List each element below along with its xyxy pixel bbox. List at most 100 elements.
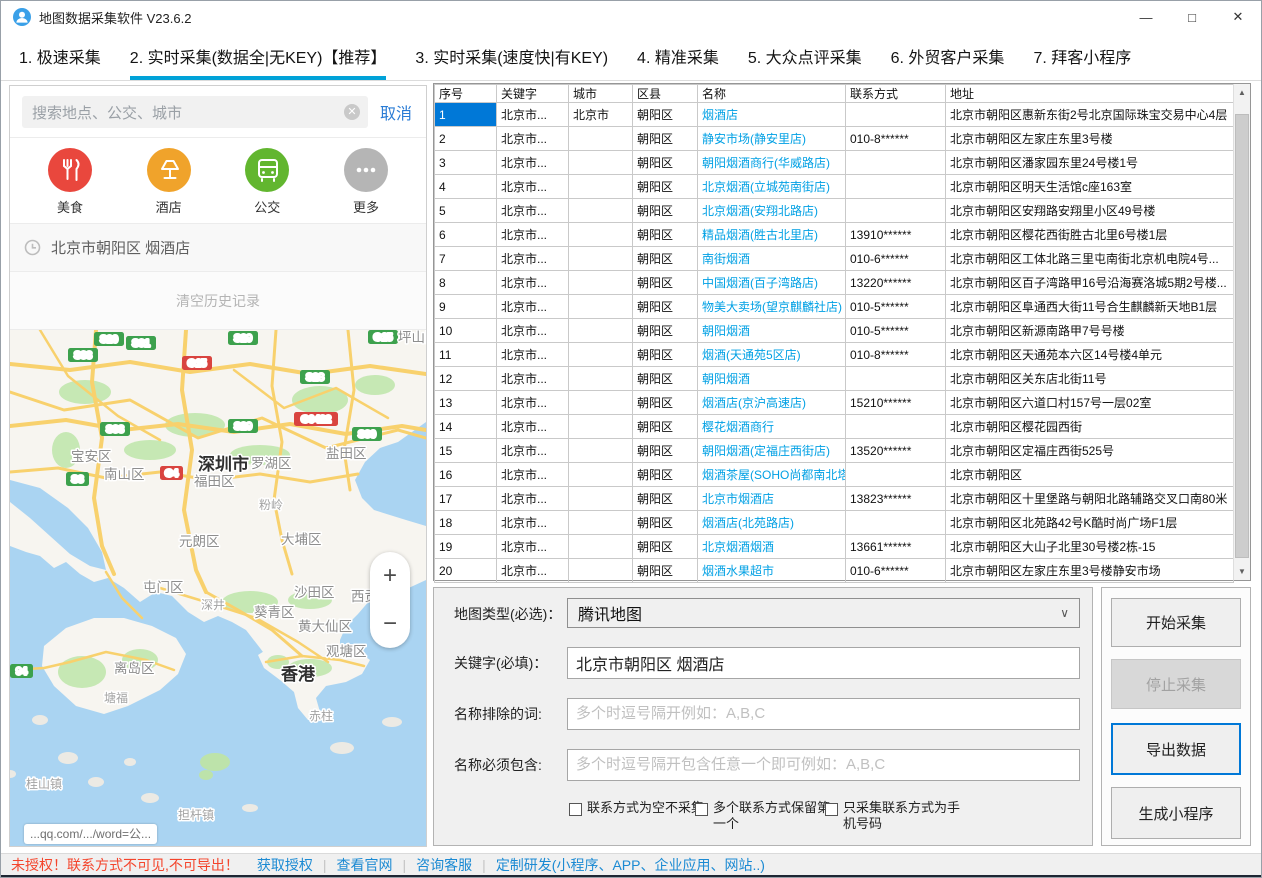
- generate-miniprogram-button[interactable]: 生成小程序: [1111, 787, 1241, 839]
- poi-name-link[interactable]: 朝阳烟酒: [698, 367, 846, 391]
- table-row[interactable]: 16北京市...朝阳区烟酒茶屋(SOHO尚都南北塔)北京市朝阳区: [435, 463, 1234, 487]
- table-cell: 北京市...: [497, 319, 569, 343]
- table-row[interactable]: 8北京市...朝阳区中国烟酒(百子湾路店)13220******北京市朝阳区百子…: [435, 271, 1234, 295]
- export-data-button[interactable]: 导出数据: [1111, 723, 1241, 775]
- table-cell: [846, 199, 946, 223]
- status-link-4[interactable]: 定制研发(小程序、APP、企业应用、网站..): [496, 857, 765, 873]
- category-food[interactable]: 美食: [40, 148, 100, 223]
- mobile-only-checkbox[interactable]: 只采集联系方式为手机号码: [825, 800, 965, 832]
- keyword-input[interactable]: [567, 647, 1080, 679]
- clear-history-button[interactable]: 清空历史记录: [10, 272, 426, 330]
- scrollbar-thumb[interactable]: [1235, 114, 1249, 558]
- poi-name-link[interactable]: 中国烟酒(百子湾路店): [698, 271, 846, 295]
- poi-name-link[interactable]: 烟酒店(京沪高速店): [698, 391, 846, 415]
- keep-first-contact-checkbox[interactable]: 多个联系方式保留第一个: [695, 800, 835, 832]
- table-cell: [846, 511, 946, 535]
- table-cell: [569, 391, 633, 415]
- map-zoom-out-button[interactable]: −: [370, 600, 410, 648]
- poi-name-link[interactable]: 北京烟酒(安翔北路店): [698, 199, 846, 223]
- tab-3[interactable]: 3. 实时采集(速度快|有KEY): [415, 33, 608, 80]
- poi-name-link[interactable]: 精品烟酒(胜古北里店): [698, 223, 846, 247]
- category-hotel[interactable]: 酒店: [139, 148, 199, 223]
- history-item[interactable]: 北京市朝阳区 烟酒店: [10, 224, 426, 272]
- status-link-1[interactable]: 获取授权: [257, 857, 313, 873]
- map-road-badge: S30: [352, 427, 382, 441]
- table-cell: [846, 175, 946, 199]
- table-row[interactable]: 17北京市...朝阳区北京市烟酒店13823******北京市朝阳区十里堡路与朝…: [435, 487, 1234, 511]
- scroll-up-icon[interactable]: ▲: [1234, 84, 1250, 101]
- tab-5[interactable]: 5. 大众点评采集: [748, 33, 862, 80]
- start-collect-button[interactable]: 开始采集: [1111, 598, 1241, 647]
- poi-name-link[interactable]: 静安市场(静安里店): [698, 127, 846, 151]
- close-button[interactable]: ✕: [1215, 1, 1261, 33]
- tab-7[interactable]: 7. 拜客小程序: [1033, 33, 1131, 80]
- stop-collect-button[interactable]: 停止采集: [1111, 659, 1241, 709]
- table-row[interactable]: 12北京市...朝阳区朝阳烟酒北京市朝阳区关东店北街11号: [435, 367, 1234, 391]
- table-row[interactable]: 7北京市...朝阳区南街烟酒010-6******北京市朝阳区工体北路三里屯南街…: [435, 247, 1234, 271]
- poi-name-link[interactable]: 朝阳烟酒: [698, 319, 846, 343]
- poi-name-link[interactable]: 朝阳烟酒商行(华威路店): [698, 151, 846, 175]
- table-row[interactable]: 18北京市...朝阳区烟酒店(北苑路店)北京市朝阳区北苑路42号K酷时尚广场F1…: [435, 511, 1234, 535]
- table-row[interactable]: 15北京市...朝阳区朝阳烟酒(定福庄西街店)13520******北京市朝阳区…: [435, 439, 1234, 463]
- tab-6[interactable]: 6. 外贸客户采集: [891, 33, 1005, 80]
- poi-name-link[interactable]: 烟酒水果超市: [698, 559, 846, 583]
- tab-4[interactable]: 4. 精准采集: [637, 33, 719, 80]
- minimize-button[interactable]: —: [1123, 1, 1169, 33]
- checkbox-box[interactable]: [695, 803, 708, 816]
- poi-name-link[interactable]: 烟酒店(北苑路店): [698, 511, 846, 535]
- map-view[interactable]: S20S31S33S29G15G15S28G0422S30S29S33G4S39…: [10, 330, 426, 846]
- clear-search-icon[interactable]: ✕: [344, 104, 360, 120]
- poi-name-link[interactable]: 朝阳烟酒(定福庄西街店): [698, 439, 846, 463]
- map-type-select[interactable]: 腾讯地图 ∨: [567, 598, 1080, 628]
- poi-name-link[interactable]: 樱花烟酒商行: [698, 415, 846, 439]
- search-input[interactable]: 搜索地点、公交、城市 ✕: [22, 96, 368, 128]
- poi-name-link[interactable]: 物美大卖场(望京麒麟社店): [698, 295, 846, 319]
- table-row[interactable]: 20北京市...朝阳区烟酒水果超市010-6******北京市朝阳区左家庄东里3…: [435, 559, 1234, 583]
- table-row[interactable]: 1北京市...北京市朝阳区烟酒店北京市朝阳区惠新东街2号北京国际珠宝交易中心4层: [435, 103, 1234, 127]
- poi-name-link[interactable]: 烟酒(天通苑5区店): [698, 343, 846, 367]
- table-row[interactable]: 2北京市...朝阳区静安市场(静安里店)010-8******北京市朝阳区左家庄…: [435, 127, 1234, 151]
- table-row[interactable]: 13北京市...朝阳区烟酒店(京沪高速店)15210******北京市朝阳区六道…: [435, 391, 1234, 415]
- table-scrollbar[interactable]: ▲ ▼: [1233, 84, 1250, 580]
- include-words-input[interactable]: [567, 749, 1080, 781]
- exclude-words-input[interactable]: [567, 698, 1080, 730]
- poi-name-link[interactable]: 烟酒茶屋(SOHO尚都南北塔): [698, 463, 846, 487]
- tab-1[interactable]: 1. 极速采集: [19, 33, 101, 80]
- table-row[interactable]: 19北京市...朝阳区北京烟酒烟酒13661******北京市朝阳区大山子北里3…: [435, 535, 1234, 559]
- table-row[interactable]: 6北京市...朝阳区精品烟酒(胜古北里店)13910******北京市朝阳区樱花…: [435, 223, 1234, 247]
- tab-2[interactable]: 2. 实时采集(数据全|无KEY)【推荐】: [130, 33, 387, 80]
- svg-text:S31: S31: [132, 339, 150, 350]
- poi-name-link[interactable]: 北京烟酒(立城苑南街店): [698, 175, 846, 199]
- table-row[interactable]: 4北京市...朝阳区北京烟酒(立城苑南街店)北京市朝阳区明天生活馆c座163室: [435, 175, 1234, 199]
- column-header[interactable]: 城市: [569, 85, 633, 103]
- category-more[interactable]: 更多: [336, 148, 396, 223]
- column-header[interactable]: 序号: [435, 85, 497, 103]
- table-cell: 6: [435, 223, 497, 247]
- table-row[interactable]: 9北京市...朝阳区物美大卖场(望京麒麟社店)010-5******北京市朝阳区…: [435, 295, 1234, 319]
- table-row[interactable]: 14北京市...朝阳区樱花烟酒商行北京市朝阳区樱花园西街: [435, 415, 1234, 439]
- maximize-button[interactable]: □: [1169, 1, 1215, 33]
- table-row[interactable]: 3北京市...朝阳区朝阳烟酒商行(华威路店)北京市朝阳区潘家园东里24号楼1号: [435, 151, 1234, 175]
- cancel-search-link[interactable]: 取消: [380, 100, 412, 124]
- scroll-down-icon[interactable]: ▼: [1234, 563, 1250, 580]
- poi-name-link[interactable]: 烟酒店: [698, 103, 846, 127]
- poi-name-link[interactable]: 北京市烟酒店: [698, 487, 846, 511]
- poi-name-link[interactable]: 北京烟酒烟酒: [698, 535, 846, 559]
- map-zoom-in-button[interactable]: +: [370, 552, 410, 600]
- status-link-2[interactable]: 查看官网: [337, 857, 393, 873]
- skip-empty-contact-checkbox[interactable]: 联系方式为空不采集: [569, 800, 704, 816]
- checkbox-box[interactable]: [569, 803, 582, 816]
- category-bus[interactable]: 公交: [237, 148, 297, 223]
- table-row[interactable]: 5北京市...朝阳区北京烟酒(安翔北路店)北京市朝阳区安翔路安翔里小区49号楼: [435, 199, 1234, 223]
- column-header[interactable]: 关键字: [497, 85, 569, 103]
- checkbox-box[interactable]: [825, 803, 838, 816]
- table-row[interactable]: 10北京市...朝阳区朝阳烟酒010-5******北京市朝阳区新源南路甲7号号…: [435, 319, 1234, 343]
- column-header[interactable]: 名称: [698, 85, 846, 103]
- column-header[interactable]: 地址: [946, 85, 1234, 103]
- poi-name-link[interactable]: 南街烟酒: [698, 247, 846, 271]
- status-link-3[interactable]: 咨询客服: [416, 857, 472, 873]
- table-row[interactable]: 11北京市...朝阳区烟酒(天通苑5区店)010-8******北京市朝阳区天通…: [435, 343, 1234, 367]
- column-header[interactable]: 区县: [633, 85, 698, 103]
- table-cell: 1: [435, 103, 497, 127]
- column-header[interactable]: 联系方式: [846, 85, 946, 103]
